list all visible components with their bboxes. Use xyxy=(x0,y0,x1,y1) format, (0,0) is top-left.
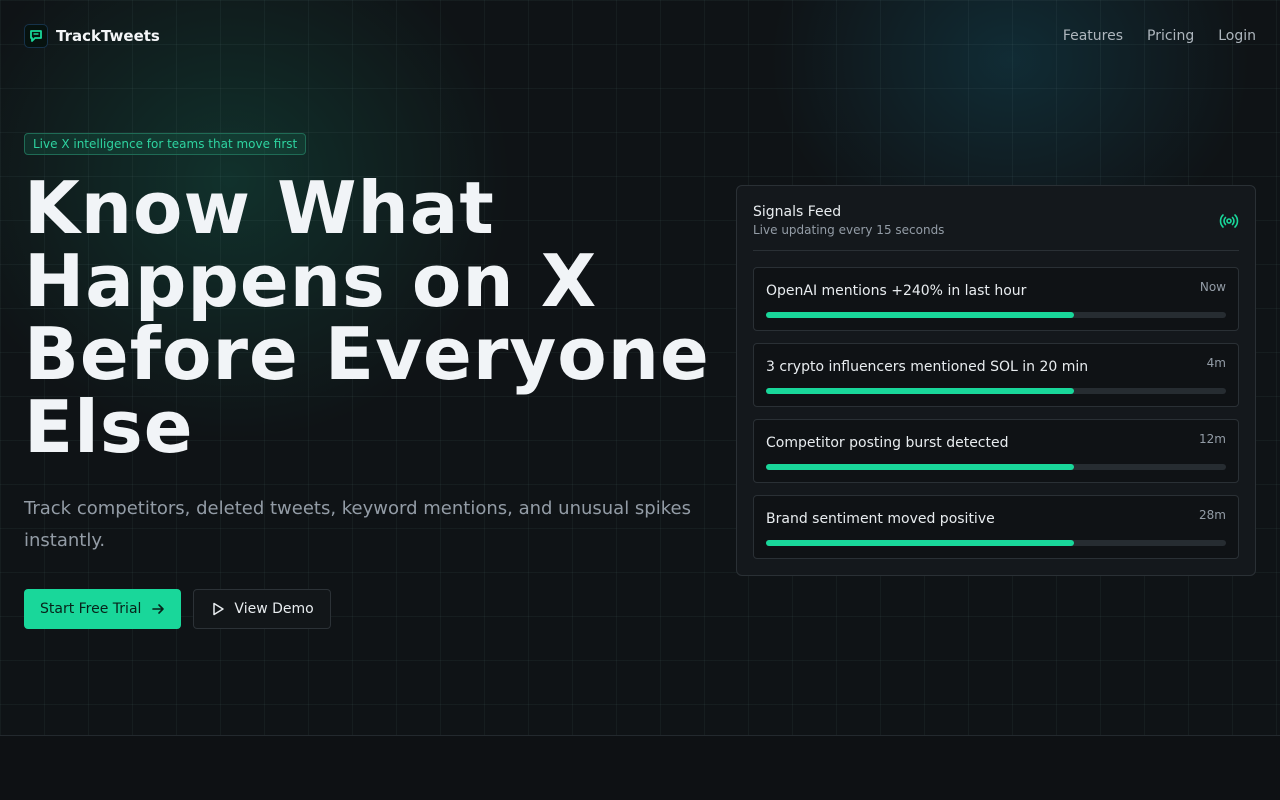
nav-link-login[interactable]: Login xyxy=(1218,28,1256,44)
signal-text: OpenAI mentions +240% in last hour xyxy=(766,283,1027,299)
nav-links: Features Pricing Login xyxy=(1063,28,1256,44)
signal-bar xyxy=(766,540,1226,546)
nav-link-pricing[interactable]: Pricing xyxy=(1147,28,1194,44)
signal-item[interactable]: 3 crypto influencers mentioned SOL in 20… xyxy=(753,343,1239,407)
cta-group: Start Free Trial View Demo xyxy=(24,589,331,629)
signal-bar-fill xyxy=(766,312,1075,318)
signal-time: 28m xyxy=(1199,508,1226,522)
chat-bubble-icon xyxy=(24,24,48,48)
top-nav: TrackTweets Features Pricing Login xyxy=(24,24,1256,48)
brand-name: TrackTweets xyxy=(56,27,160,45)
headline-line: Before Everyone xyxy=(24,312,710,396)
signal-bar xyxy=(766,312,1226,318)
signal-time: 4m xyxy=(1206,356,1226,370)
play-icon xyxy=(213,602,225,616)
signal-list: OpenAI mentions +240% in last hour Now 3… xyxy=(753,267,1239,571)
signal-item[interactable]: Competitor posting burst detected 12m xyxy=(753,419,1239,483)
start-free-trial-button[interactable]: Start Free Trial xyxy=(24,589,182,629)
signal-bar xyxy=(766,388,1226,394)
signal-time: 12m xyxy=(1199,432,1226,446)
signal-item[interactable]: Brand sentiment moved positive 28m xyxy=(753,495,1239,559)
view-demo-label: View Demo xyxy=(234,601,314,617)
broadcast-icon xyxy=(1219,214,1239,228)
signal-item[interactable]: OpenAI mentions +240% in last hour Now xyxy=(753,267,1239,331)
feed-title: Signals Feed xyxy=(753,204,842,220)
signal-text: 3 crypto influencers mentioned SOL in 20… xyxy=(766,359,1089,375)
start-free-trial-label: Start Free Trial xyxy=(40,601,142,617)
feed-subtitle: Live updating every 15 seconds xyxy=(753,223,945,237)
hero-subtitle: Track competitors, deleted tweets, keywo… xyxy=(24,498,691,551)
headline-line: Know What xyxy=(24,166,495,250)
feed-header: Signals Feed Live updating every 15 seco… xyxy=(753,202,1239,251)
signal-text: Brand sentiment moved positive xyxy=(766,511,995,527)
hero-section: TrackTweets Features Pricing Login Live … xyxy=(0,0,1280,736)
headline-line: Else xyxy=(24,385,194,469)
brand[interactable]: TrackTweets xyxy=(24,24,160,48)
signal-time: Now xyxy=(1199,280,1226,294)
view-demo-button[interactable]: View Demo xyxy=(193,589,331,629)
signal-text: Competitor posting burst detected xyxy=(766,435,1009,451)
signals-feed-card: Signals Feed Live updating every 15 seco… xyxy=(736,185,1256,576)
signal-bar xyxy=(766,464,1226,470)
nav-link-features[interactable]: Features xyxy=(1063,28,1123,44)
signal-bar-fill xyxy=(766,540,1075,546)
page-title: Know What Happens on X Before Everyone E… xyxy=(24,172,724,464)
signal-bar-fill xyxy=(766,388,1075,394)
headline-line: Happens on X xyxy=(24,239,598,323)
arrow-right-icon xyxy=(152,604,165,614)
tagline-badge: Live X intelligence for teams that move … xyxy=(24,133,307,155)
signal-bar-fill xyxy=(766,464,1075,470)
